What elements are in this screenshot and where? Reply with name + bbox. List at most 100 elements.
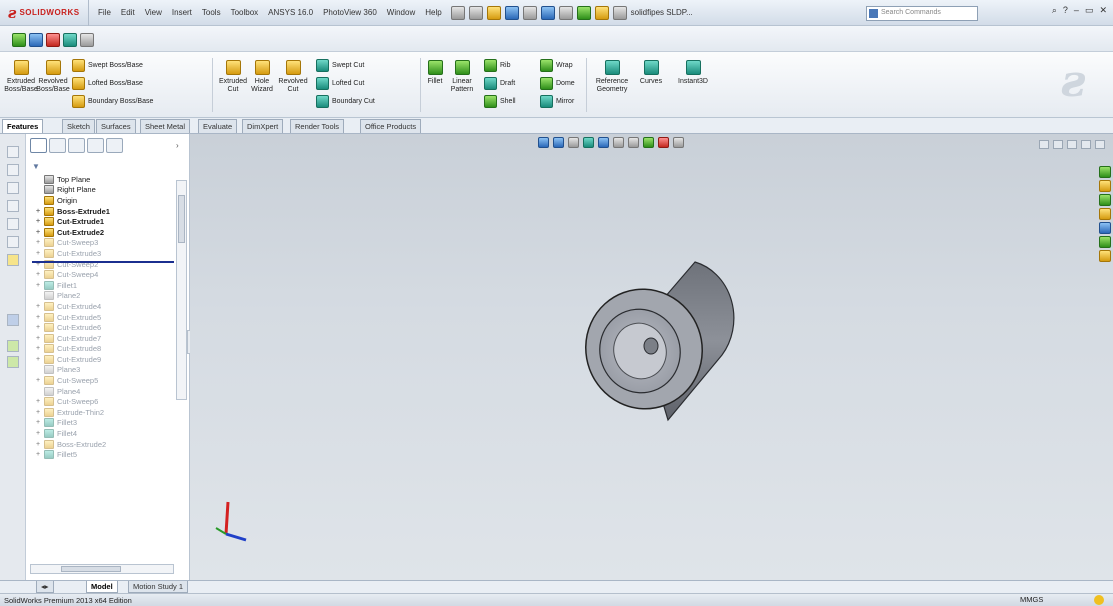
curves-button[interactable]: Curves (636, 52, 666, 86)
expand-icon[interactable]: + (34, 409, 42, 416)
menu-view[interactable]: View (140, 8, 167, 17)
tree-vertical-scrollbar[interactable] (176, 180, 187, 400)
feature-tree-item[interactable]: + Fillet3 (34, 418, 174, 429)
feature-tree-item[interactable]: + Cut-Extrude3 (34, 248, 174, 259)
feature-tree-item[interactable]: Origin (34, 195, 174, 206)
save-icon[interactable] (504, 5, 519, 20)
expand-icon[interactable]: + (34, 335, 42, 342)
units-selector[interactable]: MMGS (1020, 595, 1043, 604)
file-properties-icon[interactable] (612, 5, 627, 20)
select-icon[interactable] (558, 5, 573, 20)
shell-button[interactable]: Shell (484, 94, 516, 108)
expand-icon[interactable]: + (34, 229, 42, 236)
feature-tree-item[interactable]: + Fillet4 (34, 428, 174, 439)
graphics-area[interactable] (190, 134, 1113, 580)
feature-tree-item[interactable]: + Cut-Sweep5 (34, 375, 174, 386)
rib-button[interactable]: Rib (484, 58, 516, 72)
boundary-cut-button[interactable]: Boundary Cut (316, 94, 375, 108)
tab-model[interactable]: Model (86, 581, 118, 593)
part-model[interactable] (190, 134, 1113, 580)
expand-icon[interactable]: + (34, 239, 42, 246)
tab-render-tools[interactable]: Render Tools (290, 119, 345, 133)
expand-icon[interactable]: + (34, 356, 42, 363)
feature-tree-item[interactable]: Plane3 (34, 365, 174, 376)
expand-icon[interactable]: + (34, 377, 42, 384)
propertymanager-tab-icon[interactable] (49, 138, 66, 153)
feature-tree-item[interactable]: + Fillet1 (34, 280, 174, 291)
scroll-thumb[interactable] (178, 195, 185, 243)
hole-wizard-button[interactable]: Hole Wizard (250, 52, 274, 94)
feature-tree-item[interactable]: + Boss-Extrude2 (34, 439, 174, 450)
toolbar-icon[interactable] (7, 356, 19, 368)
expand-icon[interactable]: + (34, 419, 42, 426)
lofted-boss-button[interactable]: Lofted Boss/Base (72, 76, 153, 90)
feature-tree-item[interactable]: + Cut-Extrude8 (34, 344, 174, 355)
feature-tree-item[interactable]: Plane4 (34, 386, 174, 397)
open-folder-icon[interactable] (486, 5, 501, 20)
expand-icon[interactable]: + (34, 430, 42, 437)
boundary-boss-button[interactable]: Boundary Boss/Base (72, 94, 153, 108)
reference-geometry-button[interactable]: Reference Geometry (592, 52, 632, 94)
feature-tree-item[interactable]: + Cut-Extrude9 (34, 354, 174, 365)
feature-tree-item[interactable]: + Cut-Extrude7 (34, 333, 174, 344)
feature-tree-item[interactable]: Top Plane (34, 174, 174, 185)
expand-icon[interactable]: + (34, 345, 42, 352)
expand-icon[interactable]: + (34, 324, 42, 331)
toolbar-icon[interactable] (7, 314, 19, 326)
extruded-cut-button[interactable]: Extruded Cut (218, 52, 248, 94)
instant3d-button[interactable]: Instant3D (676, 52, 710, 86)
print-icon[interactable] (522, 5, 537, 20)
expand-icon[interactable]: + (34, 451, 42, 458)
solidworks-logo[interactable]: ƨ SOLIDWORKS (0, 0, 88, 26)
tab-dimxpert[interactable]: DimXpert (242, 119, 284, 133)
feature-tree-item[interactable]: + Cut-Extrude1 (34, 216, 174, 227)
feature-tree-item[interactable]: + Fillet5 (34, 449, 174, 460)
menu-insert[interactable]: Insert (167, 8, 197, 17)
menu-help[interactable]: Help (420, 8, 446, 17)
lofted-cut-button[interactable]: Lofted Cut (316, 76, 375, 90)
tab-surfaces[interactable]: Surfaces (96, 119, 136, 133)
expand-icon[interactable]: + (34, 218, 42, 225)
toolbar-icon[interactable] (7, 218, 19, 230)
featuremanager-tab-icon[interactable] (30, 138, 47, 153)
feature-tree-item[interactable]: Right Plane (34, 185, 174, 196)
expand-icon[interactable]: + (34, 282, 42, 289)
feature-tree-item[interactable]: + Cut-Sweep4 (34, 269, 174, 280)
pin-icon[interactable] (450, 5, 465, 20)
swept-cut-button[interactable]: Swept Cut (316, 58, 375, 72)
feature-tree-item[interactable]: + Extrude-Thin2 (34, 407, 174, 418)
new-macro-icon[interactable] (63, 33, 77, 47)
toolbar-icon[interactable] (7, 200, 19, 212)
feature-tree-item[interactable]: + Boss-Extrude1 (34, 206, 174, 217)
tab-features[interactable]: Features (2, 119, 44, 133)
expand-icon[interactable]: + (34, 208, 42, 215)
menu-toolbox[interactable]: Toolbox (226, 8, 264, 17)
help-icon[interactable]: ? (1063, 5, 1068, 16)
expand-icon[interactable]: + (34, 250, 42, 257)
menu-ansys[interactable]: ANSYS 16.0 (263, 8, 318, 17)
options-icon[interactable] (594, 5, 609, 20)
tab-evaluate[interactable]: Evaluate (198, 119, 238, 133)
tab-motion-study[interactable]: Motion Study 1 (128, 581, 189, 593)
expand-icon[interactable]: + (34, 303, 42, 310)
feature-tree-item[interactable]: + Cut-Extrude4 (34, 301, 174, 312)
toolbar-icon[interactable] (7, 340, 19, 352)
expand-icon[interactable]: + (34, 441, 42, 448)
extruded-boss-button[interactable]: Extruded Boss/Base (4, 52, 38, 94)
dimxpertmanager-tab-icon[interactable] (87, 138, 104, 153)
menu-edit[interactable]: Edit (116, 8, 140, 17)
filter-icon[interactable]: ▼ (32, 162, 40, 171)
expand-icon[interactable]: + (34, 398, 42, 405)
menu-file[interactable]: File (93, 8, 116, 17)
rollback-bar[interactable] (32, 261, 174, 263)
restore-icon[interactable]: ▭ (1085, 5, 1094, 16)
fillet-button[interactable]: Fillet (424, 52, 446, 86)
tab-office-products[interactable]: Office Products (360, 119, 422, 133)
help-icon[interactable] (1094, 595, 1104, 605)
edit-macro-icon[interactable] (80, 33, 94, 47)
toolbar-icon[interactable] (7, 254, 19, 266)
new-document-icon[interactable] (468, 5, 483, 20)
tab-scroll-arrows[interactable]: ◂▸ (36, 581, 54, 593)
configurationmanager-tab-icon[interactable] (68, 138, 85, 153)
feature-tree-item[interactable]: + Cut-Sweep6 (34, 396, 174, 407)
